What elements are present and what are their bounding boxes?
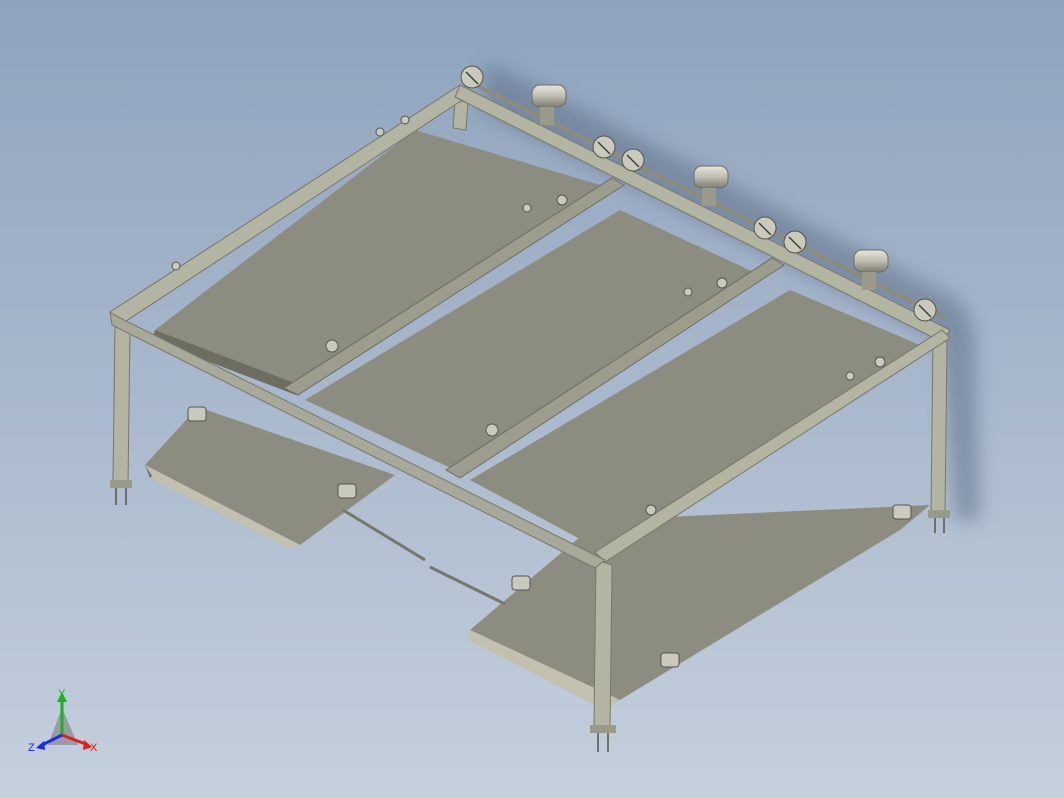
z-axis-label: Z	[28, 742, 35, 754]
x-axis-label: X	[90, 742, 98, 754]
gantry-model-view[interactable]: Y X Z	[0, 0, 1064, 798]
orientation-triad[interactable]: Y X Z	[28, 688, 98, 754]
cad-viewport[interactable]: Y X Z	[0, 0, 1064, 798]
lower-deck-left	[145, 407, 395, 548]
y-axis-label: Y	[58, 688, 66, 700]
lower-rails	[342, 508, 506, 606]
z-axis-head	[36, 741, 45, 750]
